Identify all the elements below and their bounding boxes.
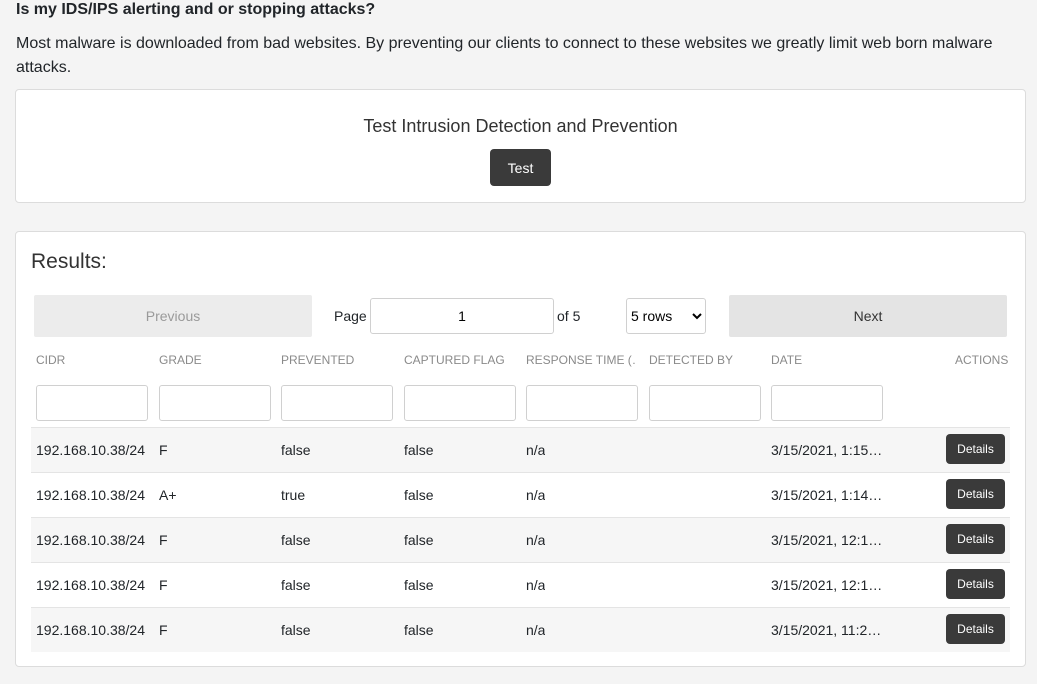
column-header-captured-flag[interactable]: CAPTURED FLAG [404, 353, 510, 367]
cell-grade: F [159, 577, 168, 593]
filter-prevented-input[interactable] [281, 385, 393, 421]
table-row: 192.168.10.38/24 F false false n/a 3/15/… [31, 607, 1010, 652]
column-header-label: DETECTED BY [649, 353, 734, 367]
column-header-label: CAPTURED FLAG [404, 353, 505, 367]
cell-grade: F [159, 622, 168, 638]
page-question: Is my IDS/IPS alerting and or stopping a… [16, 1, 376, 18]
page-number-input[interactable] [370, 298, 554, 334]
cell-date: 3/15/2021, 12:1… [771, 532, 883, 548]
column-header-label: GRADE [159, 353, 202, 367]
cell-captured-flag: false [404, 487, 434, 503]
details-button[interactable]: Details [946, 434, 1005, 464]
test-card: Test Intrusion Detection and Prevention … [15, 89, 1026, 203]
results-title: Results: [31, 250, 107, 273]
filter-grade-input[interactable] [159, 385, 271, 421]
column-header-label: PREVENTED [281, 353, 355, 367]
cell-grade: A+ [159, 487, 177, 503]
cell-response-time: n/a [526, 577, 546, 593]
filter-date-input[interactable] [771, 385, 883, 421]
cell-date: 3/15/2021, 1:14… [771, 487, 883, 503]
cell-response-time: n/a [526, 532, 546, 548]
cell-date: 3/15/2021, 11:2… [771, 622, 882, 638]
filter-cidr-input[interactable] [36, 385, 148, 421]
previous-button[interactable]: Previous [34, 295, 312, 337]
test-card-title: Test Intrusion Detection and Prevention [363, 116, 678, 136]
cell-cidr: 192.168.10.38/24 [36, 442, 145, 458]
cell-prevented: true [281, 487, 306, 503]
cell-prevented: false [281, 442, 311, 458]
table-row: 192.168.10.38/24 F false false n/a 3/15/… [31, 427, 1010, 472]
cell-captured-flag: false [404, 622, 434, 638]
details-button[interactable]: Details [946, 479, 1005, 509]
details-button[interactable]: Details [946, 524, 1005, 554]
cell-response-time: n/a [526, 622, 546, 638]
cell-prevented: false [281, 622, 311, 638]
cell-grade: F [159, 442, 168, 458]
column-header-date[interactable]: DATE [771, 353, 807, 367]
cell-response-time: n/a [526, 442, 546, 458]
cell-response-time: n/a [526, 487, 546, 503]
column-header-actions: ACTIONS [955, 353, 1009, 367]
cell-captured-flag: false [404, 532, 434, 548]
cell-date: 3/15/2021, 1:15… [771, 442, 883, 458]
next-button[interactable]: Next [729, 295, 1007, 337]
column-header-label: DATE [771, 353, 803, 367]
page-description: Most malware is downloaded from bad webs… [16, 35, 993, 76]
cell-cidr: 192.168.10.38/24 [36, 532, 145, 548]
cell-captured-flag: false [404, 577, 434, 593]
column-header-label: CIDR [36, 353, 66, 367]
table-row: 192.168.10.38/24 F false false n/a 3/15/… [31, 562, 1010, 607]
filter-captured-flag-input[interactable] [404, 385, 516, 421]
test-button[interactable]: Test [490, 149, 551, 186]
column-header-label: RESPONSE TIME (… [526, 353, 636, 367]
rows-per-page-select[interactable]: 5 rows [626, 298, 706, 334]
column-header-grade[interactable]: GRADE [159, 353, 207, 367]
details-button[interactable]: Details [946, 614, 1005, 644]
cell-prevented: false [281, 577, 311, 593]
results-card: Results: Previous Page of 5 5 rows Next … [15, 231, 1026, 667]
filter-response-time-input[interactable] [526, 385, 638, 421]
column-header-prevented[interactable]: PREVENTED [281, 353, 359, 367]
column-header-response-time[interactable]: RESPONSE TIME (… [526, 353, 636, 367]
cell-cidr: 192.168.10.38/24 [36, 577, 145, 593]
column-header-cidr[interactable]: CIDR [36, 353, 70, 367]
cell-prevented: false [281, 532, 311, 548]
cell-captured-flag: false [404, 442, 434, 458]
cell-cidr: 192.168.10.38/24 [36, 622, 145, 638]
page-label: Page [334, 308, 367, 324]
filter-detected-by-input[interactable] [649, 385, 761, 421]
details-button[interactable]: Details [946, 569, 1005, 599]
cell-date: 3/15/2021, 12:1… [771, 577, 883, 593]
page-total-label: of 5 [557, 308, 581, 324]
column-header-detected-by[interactable]: DETECTED BY [649, 353, 738, 367]
cell-grade: F [159, 532, 168, 548]
table-row: 192.168.10.38/24 A+ true false n/a 3/15/… [31, 472, 1010, 517]
table-row: 192.168.10.38/24 F false false n/a 3/15/… [31, 517, 1010, 562]
cell-cidr: 192.168.10.38/24 [36, 487, 145, 503]
